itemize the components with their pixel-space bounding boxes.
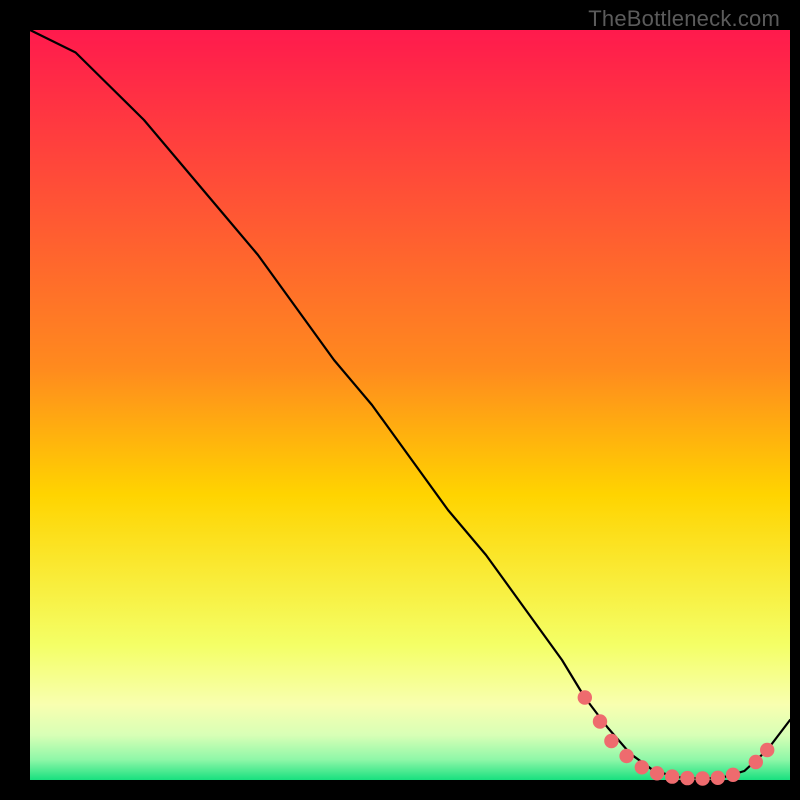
curve-marker [726,768,740,782]
plot-background [30,30,790,780]
curve-marker [680,771,694,785]
curve-marker [650,766,664,780]
curve-marker [604,734,618,748]
curve-marker [665,769,679,783]
bottleneck-chart [0,0,800,800]
curve-marker [619,749,633,763]
curve-marker [635,760,649,774]
curve-marker [760,743,774,757]
curve-marker [711,771,725,785]
curve-marker [749,755,763,769]
watermark-text: TheBottleneck.com [588,6,780,32]
curve-marker [593,714,607,728]
curve-marker [578,690,592,704]
chart-container: TheBottleneck.com [0,0,800,800]
curve-marker [695,771,709,785]
